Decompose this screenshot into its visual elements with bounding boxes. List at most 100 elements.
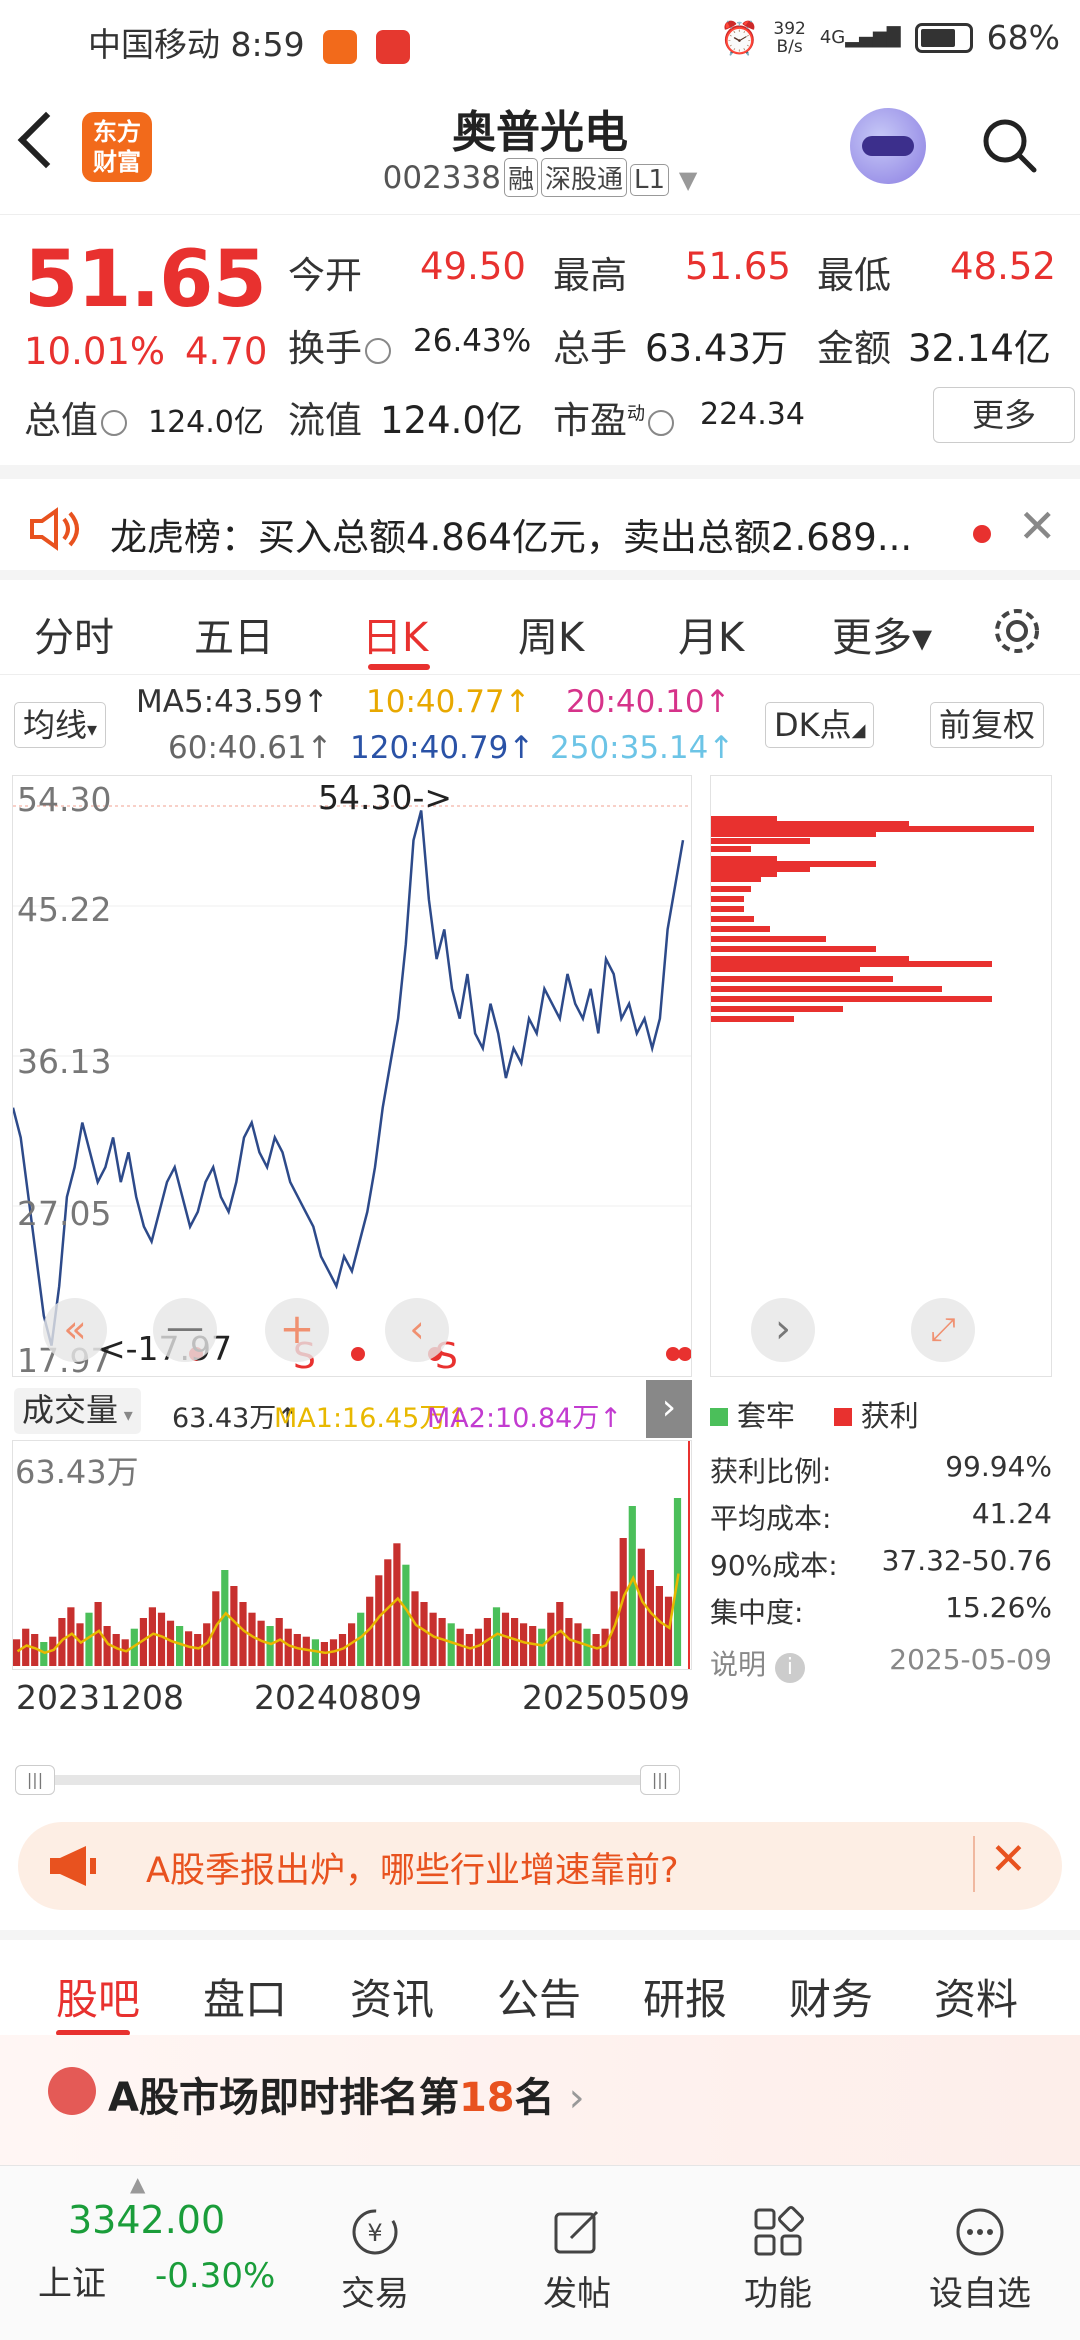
signal-dot [678,1347,692,1361]
stock-code: 002338 [382,160,501,196]
volume-bar [511,1618,519,1666]
svg-text:¥: ¥ [367,2219,382,2247]
chip-stats: 套牢 获利 获利比例: 99.94% 平均成本: 41.24 90%成本: 37.32… [710,1385,1060,1715]
chip-bar [711,1016,794,1022]
turnover-value: 26.43% [413,323,532,359]
last-price: 51.65 [24,235,267,325]
market-rank-bar[interactable]: A股市场即时排名第18名 › [0,2035,1080,2170]
volume-bar [384,1559,392,1666]
ai-assistant-icon[interactable] [850,108,926,184]
ma120-value: 120:40.79↑ [350,730,535,766]
volume-bar [456,1628,464,1666]
tab-monthly-k[interactable]: 月K [678,605,744,663]
search-icon[interactable] [980,116,1038,174]
change-amount: 4.70 [185,330,268,373]
tab-more[interactable]: 更多▾ [832,605,932,663]
nav-function[interactable]: 功能 [708,2166,848,2315]
volume-bar [664,1596,673,1666]
volume-bar [248,1612,256,1666]
low-label: 最低 [817,254,891,297]
tab-guba[interactable]: 股吧 [56,1966,140,2027]
stock-header: 东方 财富 奥普光电 002338 融深股通 L1 ▼ [0,80,1080,215]
nav-add-favorite[interactable]: 设自选 [910,2166,1050,2315]
tab-profile[interactable]: 资料 [934,1966,1018,2027]
dk-point-button[interactable]: DK点◢ [765,702,875,748]
info-icon[interactable] [648,409,674,436]
volume-indicator-select[interactable]: 成交量 ▾ [14,1388,141,1434]
tab-orderbook[interactable]: 盘口 [203,1966,287,2027]
high-value: 51.65 [685,245,791,288]
trade-icon: ¥ [352,2209,398,2255]
volume-bar [166,1620,175,1666]
info-icon[interactable]: i [774,1653,805,1683]
note-label[interactable]: 说明 [710,1648,766,1681]
indicator-select[interactable]: 均线▾ [14,702,107,748]
adjust-button[interactable]: 前复权 [930,702,1045,748]
info-icon[interactable] [101,409,127,436]
volume-bar [637,1548,645,1666]
volume-bar [529,1626,537,1666]
chip-bar [711,876,761,882]
tab-five-day[interactable]: 五日 [194,605,274,663]
zoom-in-button[interactable]: + [265,1298,329,1362]
dropdown-caret-icon: ▼ [678,166,698,194]
tab-daily-k[interactable]: 日K [362,605,428,663]
right-handle[interactable]: ||| [640,1765,680,1795]
battery-icon [914,22,973,53]
rank-chart-icon [48,2067,96,2115]
zoom-out-button[interactable]: — [153,1298,217,1362]
volume-bar [520,1623,528,1666]
chip-distribution[interactable]: › ⤢ [710,775,1052,1377]
nav-trade[interactable]: ¥ 交易 [305,2166,445,2315]
avg-cost-label: 平均成本: [710,1502,832,1535]
amount-label: 金额 [817,327,891,370]
close-icon[interactable]: ✕ [1018,499,1057,553]
volume-bar [583,1628,591,1666]
scroll-left-button[interactable]: ‹ [385,1298,449,1362]
content-tabs: 股吧 盘口 资讯 公告 研报 财务 资料 [0,1930,1080,2036]
low-value: 48.52 [950,245,1056,288]
period-tabs: 分时 五日 日K 周K 月K 更多▾ [0,570,1080,675]
volume-bar [592,1634,600,1666]
tab-announcements[interactable]: 公告 [497,1966,581,2027]
expand-icon[interactable]: ⤢ [911,1298,975,1362]
nav-post[interactable]: 发帖 [507,2166,647,2315]
left-handle[interactable]: ||| [15,1765,55,1795]
price-chart-svg [11,805,692,1361]
high-label: 最高 [553,254,627,297]
tab-news[interactable]: 资讯 [350,1966,434,2027]
volume-chart[interactable]: 63.43万 [12,1440,692,1670]
close-icon[interactable]: ✕ [990,1834,1027,1885]
tab-minute[interactable]: 分时 [34,605,114,663]
dragon-tiger-notice[interactable]: 龙虎榜：买入总额4.864亿元，卖出总额2.689... ✕ [0,465,1080,570]
info-icon[interactable] [365,337,391,364]
price-chart[interactable]: 54.30 45.22 36.13 27.05 17.97 54.30-> <-… [11,775,692,1380]
tag-connect: 深股通 [540,158,627,197]
volume-bar [293,1634,301,1666]
chip-bar [711,926,770,932]
chip-bar [711,831,876,837]
tab-research[interactable]: 研报 [643,1966,727,2027]
more-quote-button[interactable]: 更多 [933,387,1075,443]
gear-icon[interactable] [990,604,1044,658]
tab-finance[interactable]: 财务 [789,1966,873,2027]
tab-weekly-k[interactable]: 周K [518,605,584,663]
scroll-right-button[interactable]: › [751,1298,815,1362]
range-scroller[interactable]: ||| ||| [15,1765,690,1795]
volume-bar [411,1591,419,1666]
profit-ratio-value: 99.94% [945,1450,1052,1483]
chip-bar [711,896,744,902]
x-tick-label: 20250509 [522,1678,690,1717]
ma60-value: 60:40.61↑ [168,730,333,766]
volume-bar [320,1642,328,1666]
grid-icon [754,2206,804,2256]
volume-bar [266,1626,274,1666]
promo-banner[interactable]: A股季报出炉，哪些行业增速靠前? ✕ [18,1822,1062,1910]
rewind-button[interactable]: « [43,1298,107,1362]
chip-bar [711,838,810,844]
status-left: 中国移动 8:59 [88,18,410,66]
quote-panel: 51.65 10.01% 4.70 今开 49.50 最高 51.65 最低 4… [0,215,1080,465]
volume-bar [239,1602,247,1666]
index-value[interactable]: 3342.00 [68,2198,225,2242]
expand-up-icon[interactable]: ▲ [130,2172,145,2196]
